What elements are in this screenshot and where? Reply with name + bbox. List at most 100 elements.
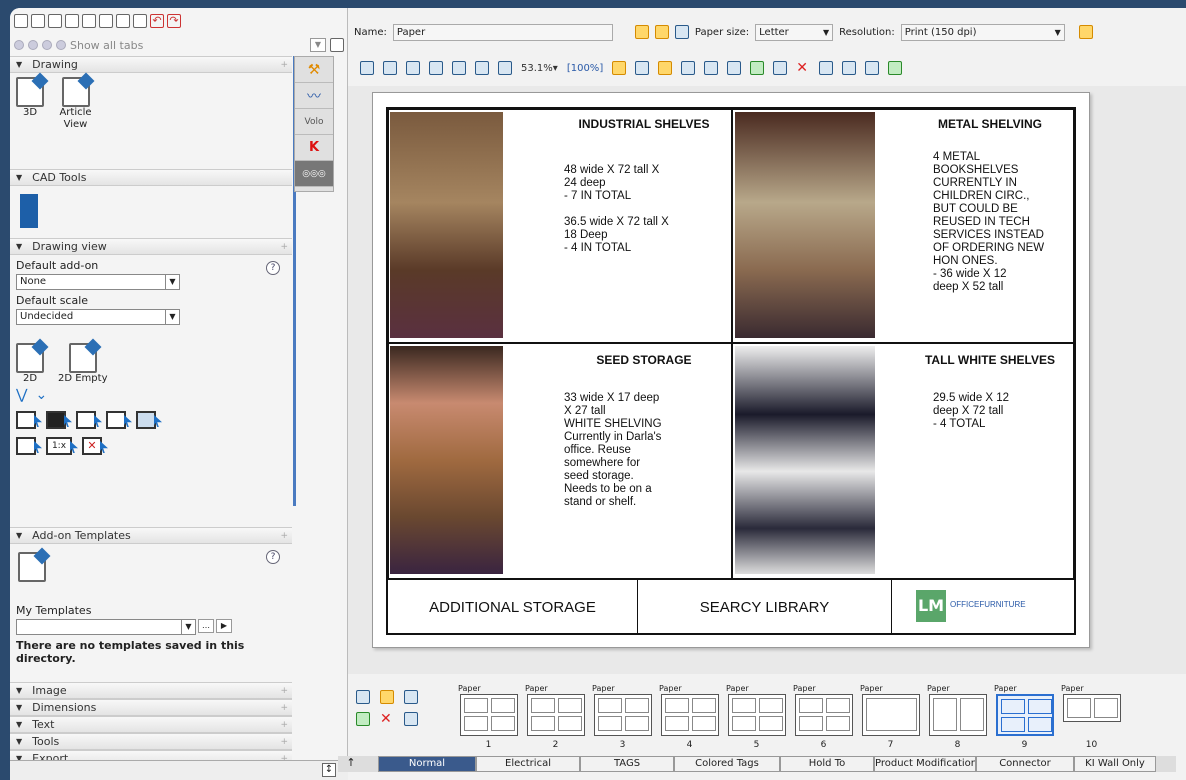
print-preview-icon[interactable] — [65, 14, 79, 28]
tab-ki-wall-only[interactable]: KI Wall Only — [1074, 756, 1156, 772]
cad-panel-icon[interactable] — [20, 194, 38, 228]
refresh-icon[interactable] — [654, 25, 669, 39]
paper-size-select[interactable]: Letter ▼ — [755, 23, 834, 41]
article-view-button[interactable]: Article View — [56, 77, 96, 131]
curve-icon[interactable]: ⌄ — [35, 387, 47, 403]
select-area-icon[interactable] — [16, 411, 36, 429]
select-info-icon[interactable] — [76, 411, 96, 429]
circle-icon[interactable] — [56, 40, 66, 50]
tab-product-modification[interactable]: Product Modification — [874, 756, 976, 772]
pan-icon[interactable] — [612, 61, 627, 75]
default-scale-select[interactable]: Undecided ▼ — [16, 309, 180, 325]
highlight-icon[interactable] — [658, 61, 673, 75]
print-icon[interactable] — [82, 14, 96, 28]
delete-icon[interactable]: ✕ — [796, 61, 810, 75]
refresh-page-icon[interactable] — [404, 690, 418, 704]
crop-icon[interactable] — [681, 61, 696, 75]
layers-icon[interactable] — [635, 61, 650, 75]
pin-icon[interactable] — [330, 38, 344, 52]
section-cad-tools-header[interactable]: ▼ CAD Tools — [10, 169, 292, 186]
my-templates-select[interactable]: ▼ — [16, 619, 196, 635]
circle-icon[interactable] — [28, 40, 38, 50]
zoom-region-icon[interactable] — [475, 61, 489, 75]
select-filled-icon[interactable] — [46, 411, 66, 429]
transform-icon[interactable] — [773, 61, 788, 75]
eraser-icon[interactable] — [727, 61, 742, 75]
measure-icon[interactable] — [888, 61, 903, 75]
tab-hold-to[interactable]: Hold To — [780, 756, 874, 772]
zoom-page-icon[interactable] — [498, 61, 512, 75]
undo-icon[interactable]: ↶ — [150, 14, 164, 28]
diamond-icon[interactable] — [865, 61, 880, 75]
panel-toggle-icon[interactable]: ↕ — [322, 763, 336, 777]
copy-icon[interactable] — [116, 14, 130, 28]
polyline-icon[interactable]: ⋁ — [16, 387, 27, 403]
select-object-icon[interactable] — [106, 411, 126, 429]
page-thumbnail[interactable]: Paper 4 — [657, 684, 722, 750]
save-page-icon[interactable] — [404, 712, 418, 726]
tab-volo[interactable]: Volo — [295, 109, 333, 135]
resolution-select[interactable]: Print (150 dpi) ▼ — [900, 23, 1065, 41]
line-icon[interactable] — [819, 61, 834, 75]
redo-icon[interactable]: ↷ — [167, 14, 181, 28]
arrow-line-icon[interactable] — [842, 61, 857, 75]
section-drawing-view-header[interactable]: ▼ Drawing view + — [10, 238, 292, 255]
edit-page-icon[interactable] — [380, 690, 394, 704]
fit-width-icon[interactable] — [383, 61, 397, 75]
2d-empty-button[interactable]: 2D Empty — [58, 343, 108, 385]
tab-connector[interactable]: Connector — [976, 756, 1074, 772]
section-addon-templates-header[interactable]: ▼ Add-on Templates + — [10, 527, 292, 544]
up-arrow-icon[interactable]: ↑ — [338, 756, 364, 772]
tab-electrical[interactable]: Electrical — [476, 756, 580, 772]
tab-tags[interactable]: TAGS — [580, 756, 674, 772]
zoom-level-select[interactable]: 53.1%▾ — [521, 63, 558, 74]
open-folder-icon[interactable] — [31, 14, 45, 28]
scale-icon[interactable]: 1:x — [46, 437, 72, 455]
zoom-100-button[interactable]: [100%] — [567, 63, 603, 74]
cut-icon[interactable] — [99, 14, 113, 28]
zoom-in-icon[interactable] — [429, 61, 443, 75]
name-field[interactable]: Paper — [392, 23, 613, 41]
page-thumbnail[interactable]: Paper 7 — [858, 684, 923, 750]
page-thumbnail[interactable]: Paper 6 — [791, 684, 856, 750]
delete-view-icon[interactable]: ✕ — [82, 437, 102, 455]
zoom-out-icon[interactable] — [452, 61, 466, 75]
fit-page-icon[interactable] — [360, 61, 374, 75]
browse-button[interactable]: … — [198, 619, 214, 633]
page-thumbnail[interactable]: Paper 5 — [724, 684, 789, 750]
folder-icon[interactable] — [1078, 25, 1093, 39]
tab-ki[interactable]: K — [295, 135, 333, 161]
camera-icon[interactable] — [674, 25, 689, 39]
page-thumbnail[interactable]: Paper 1 — [456, 684, 521, 750]
page-thumbnail[interactable]: Paper 10 — [1059, 684, 1124, 750]
expand-icon[interactable] — [406, 61, 420, 75]
template-pick-icon[interactable] — [18, 552, 46, 582]
play-icon[interactable]: ▶ — [216, 619, 232, 633]
page-thumbnail[interactable]: Paper 8 — [925, 684, 990, 750]
align-icon[interactable] — [750, 61, 765, 75]
tab-options[interactable]: ◎◎◎ — [295, 161, 333, 187]
new-file-icon[interactable] — [14, 14, 28, 28]
help-icon[interactable]: ? — [266, 550, 280, 564]
select-camera-icon[interactable] — [136, 411, 156, 429]
page-thumbnail[interactable]: Paper 3 — [590, 684, 655, 750]
save-icon[interactable] — [48, 14, 62, 28]
help-icon[interactable]: ? — [266, 261, 280, 275]
tab-normal[interactable]: Normal — [378, 756, 476, 772]
tab-lines[interactable]: 〰 — [295, 83, 333, 109]
add-page-icon[interactable] — [356, 690, 370, 704]
page-thumbnail-selected[interactable]: Paper 9 — [992, 684, 1057, 750]
default-addon-select[interactable]: None ▼ — [16, 274, 180, 290]
delete-page-icon[interactable]: ✕ — [380, 712, 394, 726]
section-drawing-header[interactable]: ▼ Drawing + — [10, 56, 292, 73]
show-all-tabs-label[interactable]: Show all tabs — [70, 39, 143, 52]
comment-icon[interactable] — [704, 61, 719, 75]
tabs-dropdown-button[interactable]: ▼ — [310, 38, 326, 52]
3d-button[interactable]: 3D — [16, 77, 44, 119]
select-text-icon[interactable] — [16, 437, 36, 455]
page-thumbnail[interactable]: Paper 2 — [523, 684, 588, 750]
circle-icon[interactable] — [42, 40, 52, 50]
lock-icon[interactable] — [634, 25, 649, 39]
section-image-header[interactable]: ▼ Image + — [10, 682, 292, 699]
tab-drawing-tools[interactable]: ⚒ — [295, 57, 333, 83]
